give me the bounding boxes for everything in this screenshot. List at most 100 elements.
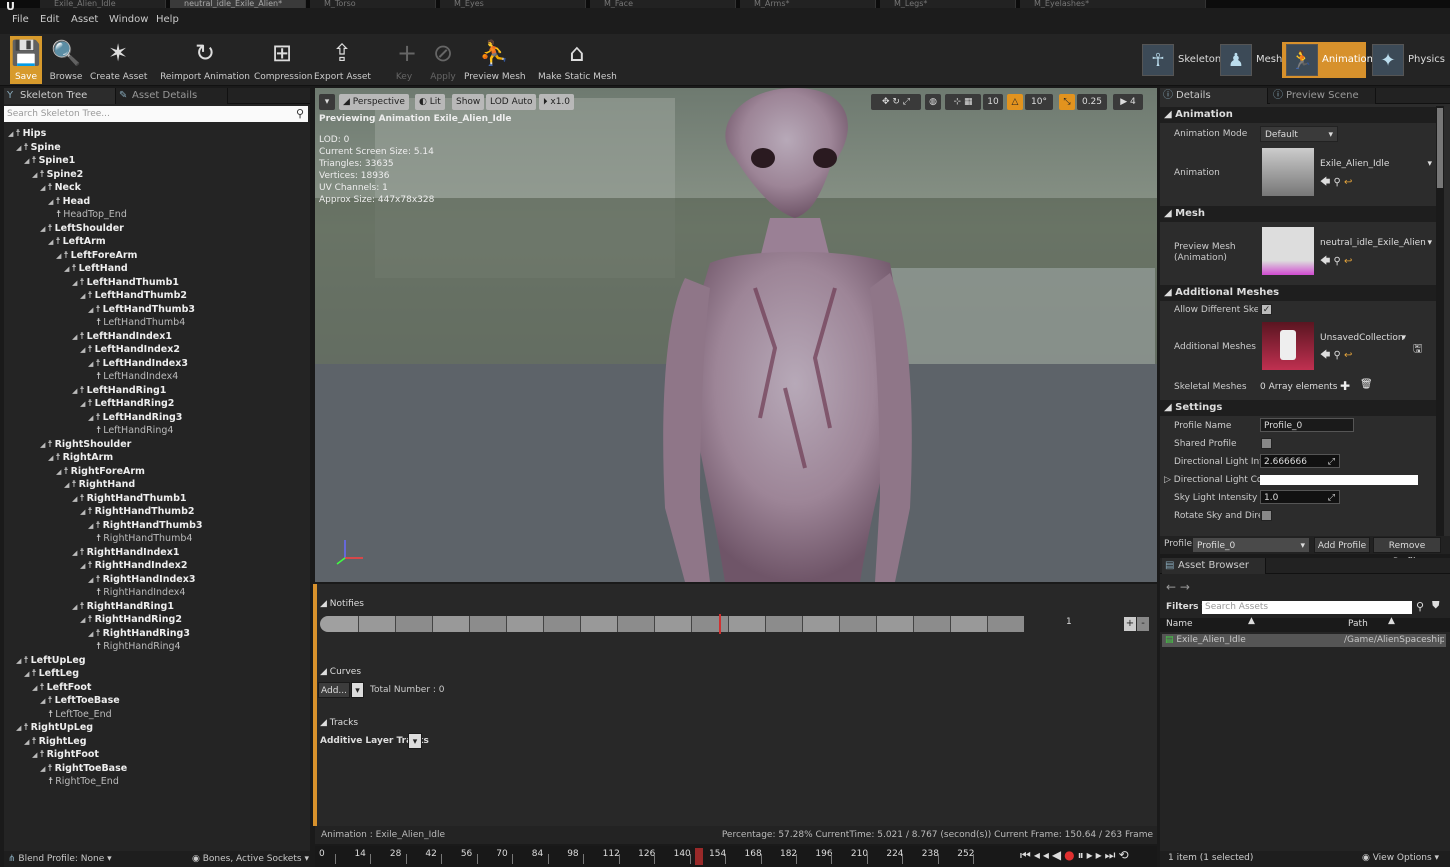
mode-mesh-button[interactable]: ♟ Mesh: [1216, 42, 1282, 78]
search-icon[interactable]: ⚲: [292, 106, 308, 122]
additional-meshes-thumbnail[interactable]: [1262, 322, 1314, 370]
bone-tree-item[interactable]: ◢ ☨ RightHandThumb2: [8, 505, 195, 519]
file-tab[interactable]: M_Torso: [310, 0, 436, 8]
play-reverse-icon[interactable]: ◀: [1052, 848, 1064, 862]
file-tab[interactable]: M_Eyes: [440, 0, 586, 8]
bone-tree-item[interactable]: ◢ ☨ LeftToeBase: [8, 694, 120, 708]
tab-asset-browser[interactable]: ▤ Asset Browser: [1162, 558, 1266, 574]
bone-tree-item[interactable]: ◢ ☨ Hips: [8, 127, 46, 141]
bone-tree-item[interactable]: ◢ ☨ Spine1: [8, 154, 75, 168]
use-selected-icon[interactable]: 🡄: [1320, 256, 1330, 267]
rotate-sky-checkbox[interactable]: [1261, 510, 1272, 521]
expand-arrow-icon[interactable]: ◢: [80, 400, 85, 408]
rotation-snap-icon[interactable]: △: [1007, 94, 1023, 110]
expand-arrow-icon[interactable]: ◢: [80, 346, 85, 354]
menu-file[interactable]: File: [12, 14, 29, 25]
section-animation[interactable]: ◢ Animation: [1160, 107, 1436, 123]
toolbar-make-static-mesh-button[interactable]: ⌂ Make Static Mesh: [538, 36, 617, 84]
notify-segment[interactable]: [395, 616, 432, 632]
file-tab[interactable]: M_Arms*: [740, 0, 876, 8]
tab-asset-details[interactable]: ✎ Asset Details: [116, 88, 228, 104]
toolbar-key-button[interactable]: + Key: [392, 36, 417, 84]
animation-mode-dropdown[interactable]: Default ▾: [1260, 126, 1338, 142]
expand-arrow-icon[interactable]: ◢: [48, 198, 53, 206]
expand-arrow-icon[interactable]: ◢: [40, 697, 45, 705]
toolbar-apply-button[interactable]: ⊘ Apply: [426, 36, 460, 84]
forward-arrow-icon[interactable]: →: [1180, 580, 1190, 594]
file-tab[interactable]: Exile_Alien_Idle: [40, 0, 166, 8]
notify-segment[interactable]: [913, 616, 950, 632]
expand-arrow-icon[interactable]: ◢: [88, 522, 93, 530]
use-selected-icon[interactable]: 🡄: [1320, 350, 1330, 361]
toolbar-export-asset-button[interactable]: ⇪ Export Asset: [314, 36, 371, 84]
expand-arrow-icon[interactable]: ◢: [40, 441, 45, 449]
notifies-header[interactable]: ◢ Notifies: [320, 599, 364, 609]
bone-tree-item[interactable]: ◢ ☨ RightShoulder: [8, 438, 131, 452]
bone-tree-item[interactable]: ◢ ☨ LeftHandThumb1: [8, 276, 179, 290]
viewport-options-button[interactable]: ▾: [319, 94, 335, 110]
expand-arrow-icon[interactable]: ◢: [32, 751, 37, 759]
tab-preview-scene-settings[interactable]: ⓘPreview Scene Sett: [1270, 88, 1376, 117]
expand-arrow-icon[interactable]: ◢: [48, 454, 53, 462]
lod-button[interactable]: LOD Auto: [486, 94, 537, 110]
bone-tree-item[interactable]: ◢ ☨ RightFoot: [8, 748, 99, 762]
bone-tree-item[interactable]: ◢ ☨ RightHandIndex3: [8, 573, 195, 587]
expand-arrow-icon[interactable]: ◢: [80, 562, 85, 570]
toolbar-save-button[interactable]: 💾 Save: [10, 36, 42, 84]
mode-physics-button[interactable]: ✦ Physics: [1368, 42, 1448, 78]
file-tab[interactable]: neutral_idle_Exile_Alien*: [170, 0, 306, 8]
expand-arrow-icon[interactable]: ◢: [40, 184, 45, 192]
toolbar-reimport-animation-button[interactable]: ↻ Reimport Animation: [160, 36, 250, 84]
additive-tracks-dropdown-icon[interactable]: ▾: [408, 733, 422, 749]
filters-dropdown[interactable]: Filters ▾: [1166, 602, 1206, 612]
show-button[interactable]: Show: [452, 94, 485, 110]
notify-segment[interactable]: [691, 616, 728, 632]
add-track-button[interactable]: +: [1124, 617, 1136, 631]
bone-tree-item[interactable]: ☨ RightHandIndex4: [8, 586, 185, 600]
profile-footer-dropdown[interactable]: Profile_0 ▾: [1192, 537, 1310, 553]
expand-arrow-icon[interactable]: ◢: [88, 576, 93, 584]
expand-arrow-icon[interactable]: ◢: [88, 306, 93, 314]
expand-arrow-icon[interactable]: ◢: [8, 130, 13, 138]
bone-tree-item[interactable]: ◢ ☨ LeftLeg: [8, 667, 79, 681]
bone-tree-item[interactable]: ◢ ☨ LeftUpLeg: [8, 654, 86, 668]
bone-tree-item[interactable]: ☨ LeftHandIndex4: [8, 370, 178, 384]
rotation-snap-value[interactable]: 10°: [1025, 94, 1053, 110]
timeline-playhead[interactable]: [694, 848, 703, 865]
notify-segment[interactable]: [617, 616, 654, 632]
bone-tree-item[interactable]: ◢ ☨ LeftHandRing3: [8, 411, 182, 425]
expand-arrow-icon[interactable]: ◢: [48, 238, 53, 246]
bone-tree-item[interactable]: ☨ RightToe_End: [8, 775, 119, 789]
mode-animation-button[interactable]: 🏃 Animation: [1282, 42, 1373, 78]
loop-icon[interactable]: ⟲: [1118, 848, 1131, 862]
record-icon[interactable]: ●: [1064, 848, 1077, 862]
bone-tree-item[interactable]: ◢ ☨ LeftForeArm: [8, 249, 137, 263]
bone-tree-item[interactable]: ☨ LeftHandThumb4: [8, 316, 185, 330]
expand-arrow-icon[interactable]: ◢: [16, 724, 21, 732]
grid-snap-icon[interactable]: ⊹ ▦: [945, 94, 981, 110]
expand-arrow-icon[interactable]: ◢: [88, 630, 93, 638]
transform-tools-group[interactable]: ✥ ↻ ⤢: [871, 94, 921, 110]
bone-tree-item[interactable]: ◢ ☨ LeftArm: [8, 235, 106, 249]
bone-tree-item[interactable]: ◢ ☨ Neck: [8, 181, 81, 195]
menu-asset[interactable]: Asset: [71, 14, 98, 25]
save-collection-icon[interactable]: 🖫: [1413, 340, 1422, 359]
add-element-icon[interactable]: ✚: [1340, 379, 1350, 393]
bone-tree-item[interactable]: ◢ ☨ LeftHand: [8, 262, 128, 276]
animation-thumbnail[interactable]: [1262, 148, 1314, 196]
expand-arrow-icon[interactable]: ◢: [72, 549, 77, 557]
bone-tree-item[interactable]: ☨ HeadTop_End: [8, 208, 127, 222]
notify-segment[interactable]: [839, 616, 876, 632]
bone-tree-item[interactable]: ◢ ☨ RightHand: [8, 478, 135, 492]
bone-tree-item[interactable]: ◢ ☨ Spine2: [8, 168, 83, 182]
sky-light-intensity-input[interactable]: 1.0 ⤢: [1260, 490, 1340, 504]
jump-end-icon[interactable]: ⏭: [1105, 848, 1119, 862]
notify-segment[interactable]: [876, 616, 913, 632]
sort-icon[interactable]: ▲: [1248, 616, 1255, 626]
expand-arrow-icon[interactable]: ◢: [32, 684, 37, 692]
bone-tree-item[interactable]: ◢ ☨ LeftHandIndex2: [8, 343, 180, 357]
name-column-header[interactable]: Name: [1166, 619, 1193, 629]
reset-icon[interactable]: ↩: [1344, 350, 1352, 361]
expand-arrow-icon[interactable]: ◢: [72, 387, 77, 395]
toolbar-compression-button[interactable]: ⊞ Compression: [254, 36, 312, 84]
